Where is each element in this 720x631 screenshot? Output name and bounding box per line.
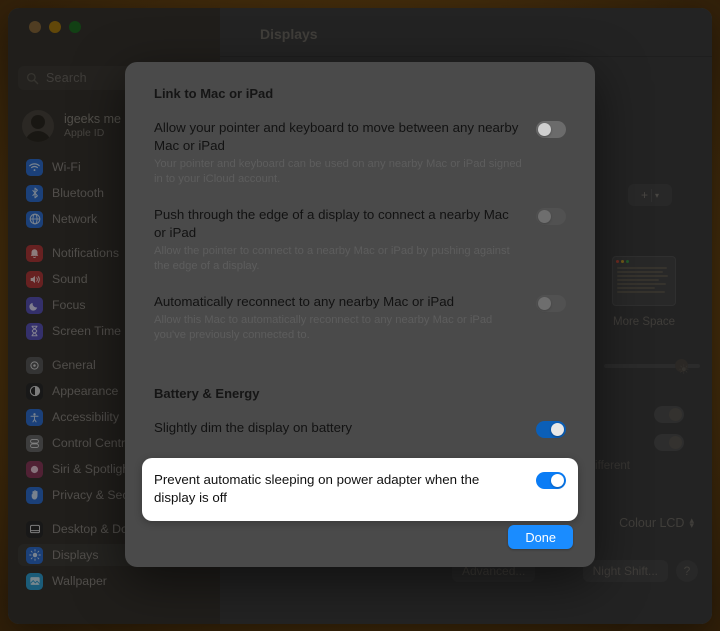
setting-subtitle: Allow this Mac to automatically reconnec…: [154, 314, 493, 341]
setting-row-push-through-edge[interactable]: Push through the edge of a display to co…: [151, 206, 569, 273]
setting-row-auto-reconnect[interactable]: Automatically reconnect to any nearby Ma…: [151, 293, 569, 342]
setting-title: Push through the edge of a display to co…: [154, 207, 509, 241]
toggle-dim-on-battery[interactable]: [536, 421, 566, 439]
sheet-content: Link to Mac or iPad Allow your pointer a…: [125, 62, 595, 567]
setting-subtitle: Allow the pointer to connect to a nearby…: [154, 245, 510, 272]
setting-row-dim-on-battery[interactable]: Slightly dim the display on battery: [151, 419, 569, 439]
toggle-push-through-edge[interactable]: [536, 208, 566, 226]
setting-title: Allow your pointer and keyboard to move …: [154, 120, 519, 153]
setting-title: Automatically reconnect to any nearby Ma…: [154, 294, 455, 310]
toggle-allow-pointer[interactable]: [536, 121, 566, 138]
toggle-prevent-sleeping[interactable]: [536, 472, 566, 490]
done-button[interactable]: Done: [508, 525, 573, 549]
section-title-link: Link to Mac or iPad: [154, 86, 274, 101]
toggle-auto-reconnect[interactable]: [536, 295, 566, 313]
setting-title: Slightly dim the display on battery: [154, 420, 353, 436]
setting-row-prevent-sleeping[interactable]: Prevent automatic sleeping on power adap…: [142, 458, 578, 522]
setting-row-allow-pointer[interactable]: Allow your pointer and keyboard to move …: [151, 119, 569, 186]
setting-subtitle: Your pointer and keyboard can be used on…: [154, 158, 522, 185]
sheet-footer: Done: [508, 525, 573, 549]
section-title-battery: Battery & Energy: [154, 386, 260, 402]
link-settings-sheet: Link to Mac or iPad Allow your pointer a…: [125, 62, 595, 567]
screen: Search igeeks me Apple ID Wi-Fi Bluetoot…: [0, 0, 720, 631]
setting-title: Prevent automatic sleeping on power adap…: [154, 472, 480, 506]
